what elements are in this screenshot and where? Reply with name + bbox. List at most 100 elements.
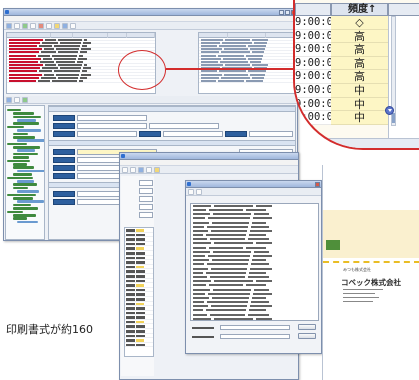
dialog-close-button[interactable] (315, 182, 320, 187)
main-titlebar[interactable] (4, 9, 297, 16)
list-item[interactable] (191, 280, 318, 283)
tree-item[interactable] (13, 173, 32, 176)
list-item[interactable] (125, 343, 153, 348)
dialog-titlebar[interactable] (186, 181, 321, 188)
setting-input[interactable] (139, 196, 153, 202)
list-item[interactable] (191, 317, 318, 320)
print-titlebar[interactable] (120, 153, 298, 160)
list-item[interactable] (191, 259, 318, 262)
format-list[interactable] (124, 227, 154, 357)
tree-item[interactable] (13, 213, 36, 217)
back-icon[interactable] (6, 97, 12, 103)
list-item[interactable] (191, 225, 318, 229)
tree-item[interactable] (13, 112, 34, 115)
tree-item[interactable] (7, 159, 30, 163)
list-item[interactable] (191, 242, 318, 245)
preview-icon[interactable] (130, 167, 136, 173)
tree-item[interactable] (17, 149, 35, 153)
open-icon[interactable] (14, 23, 20, 29)
refresh-icon[interactable] (22, 97, 28, 103)
list-item[interactable] (191, 204, 318, 208)
tree-item[interactable] (13, 166, 34, 170)
setting-input[interactable] (139, 188, 153, 194)
tree-item[interactable] (13, 132, 28, 136)
tree-item[interactable] (17, 220, 38, 224)
field-input[interactable] (77, 123, 147, 129)
tree-item[interactable] (13, 217, 27, 220)
list-item[interactable] (191, 309, 318, 312)
tree-item[interactable] (17, 139, 44, 142)
maximize-button[interactable] (285, 10, 290, 15)
format-file-list[interactable] (190, 203, 319, 321)
tree-item[interactable] (13, 152, 38, 156)
forward-icon[interactable] (14, 97, 20, 103)
setting-input[interactable] (139, 204, 153, 210)
export-icon[interactable] (154, 167, 160, 173)
list-item[interactable] (191, 213, 318, 216)
list-item[interactable] (191, 263, 318, 266)
tree-item[interactable] (13, 135, 35, 139)
filetype-select[interactable] (220, 334, 290, 339)
folder-icon[interactable] (54, 23, 60, 29)
search-icon[interactable] (46, 23, 52, 29)
tree-item[interactable] (13, 146, 40, 149)
setting-input[interactable] (139, 180, 153, 186)
list-item[interactable] (191, 301, 318, 304)
list-item[interactable] (191, 217, 318, 220)
tree-item[interactable] (7, 193, 36, 197)
tree-item[interactable] (13, 115, 41, 119)
list-item[interactable] (191, 275, 318, 279)
list-item[interactable] (191, 234, 318, 237)
mail-icon[interactable] (62, 23, 68, 29)
field-input[interactable] (163, 131, 223, 137)
up-folder-icon[interactable] (188, 189, 194, 195)
tree-item[interactable] (13, 163, 27, 166)
tree-item[interactable] (17, 169, 44, 173)
tree-item[interactable] (7, 125, 24, 129)
tree-item[interactable] (7, 210, 23, 214)
list-item[interactable] (191, 238, 318, 241)
frequency-column-header[interactable]: 頻度↑ (331, 3, 388, 16)
tree-item[interactable] (13, 122, 39, 125)
list-item[interactable] (191, 305, 318, 308)
setting-input[interactable] (139, 212, 153, 218)
page-icon[interactable] (146, 167, 152, 173)
list-item[interactable] (191, 313, 318, 317)
tree-item[interactable] (7, 176, 33, 180)
field-input[interactable] (77, 131, 137, 137)
view-icon[interactable] (196, 189, 202, 195)
minimize-button[interactable] (279, 10, 284, 15)
new-icon[interactable] (6, 23, 12, 29)
save-icon[interactable] (22, 23, 28, 29)
schedule-grid[interactable] (198, 32, 296, 94)
list-item[interactable] (191, 208, 318, 212)
list-item[interactable] (191, 229, 318, 233)
tree-item[interactable] (13, 156, 29, 159)
zoom-icon[interactable] (138, 167, 144, 173)
tree-item[interactable] (17, 200, 44, 203)
scrollbar-thumb[interactable] (392, 113, 395, 123)
list-item[interactable] (191, 271, 318, 275)
scroll-down-icon[interactable] (385, 106, 394, 115)
list-item[interactable] (191, 288, 318, 292)
list-item[interactable] (191, 284, 318, 287)
tree-item[interactable] (17, 180, 34, 183)
tree-item[interactable] (17, 118, 36, 122)
list-item[interactable] (191, 296, 318, 300)
list-item[interactable] (191, 292, 318, 296)
cancel-button[interactable] (298, 333, 316, 339)
field-input[interactable] (249, 131, 293, 137)
tree-item[interactable] (7, 108, 21, 112)
tree-item[interactable] (13, 186, 28, 190)
tree-item[interactable] (7, 142, 27, 146)
list-item[interactable] (191, 250, 318, 254)
tree-item[interactable] (13, 183, 37, 186)
print-icon[interactable] (122, 167, 128, 173)
tree-item[interactable] (17, 129, 41, 132)
tree-item[interactable] (13, 203, 31, 207)
filename-input[interactable] (220, 325, 290, 330)
list-item[interactable] (191, 246, 318, 250)
tree-item[interactable] (13, 196, 33, 200)
field-input[interactable] (77, 115, 147, 121)
list-item[interactable] (191, 267, 318, 271)
